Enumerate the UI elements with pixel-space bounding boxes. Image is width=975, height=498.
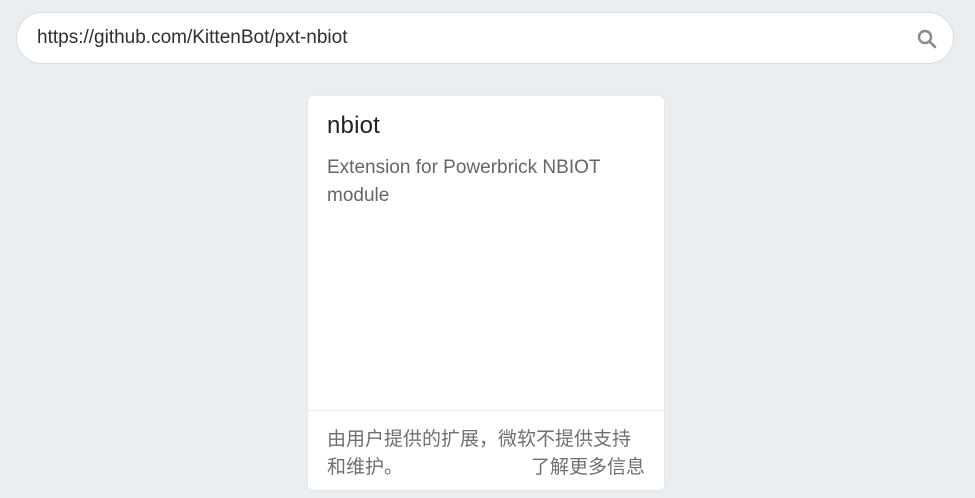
search-icon[interactable]	[917, 29, 937, 49]
card-footer: 由用户提供的扩展，微软不提供支持和维护。 了解更多信息	[327, 426, 645, 482]
card-divider	[308, 410, 664, 411]
extension-title: nbiot	[327, 112, 381, 139]
extension-description: Extension for Powerbrick NBIOT module	[327, 157, 601, 206]
extension-card[interactable]: nbiot Extension for Powerbrick NBIOT mod…	[308, 96, 664, 490]
learn-more-link[interactable]: 了解更多信息	[531, 454, 645, 482]
search-input[interactable]	[37, 13, 897, 63]
search-bar[interactable]	[16, 12, 954, 64]
